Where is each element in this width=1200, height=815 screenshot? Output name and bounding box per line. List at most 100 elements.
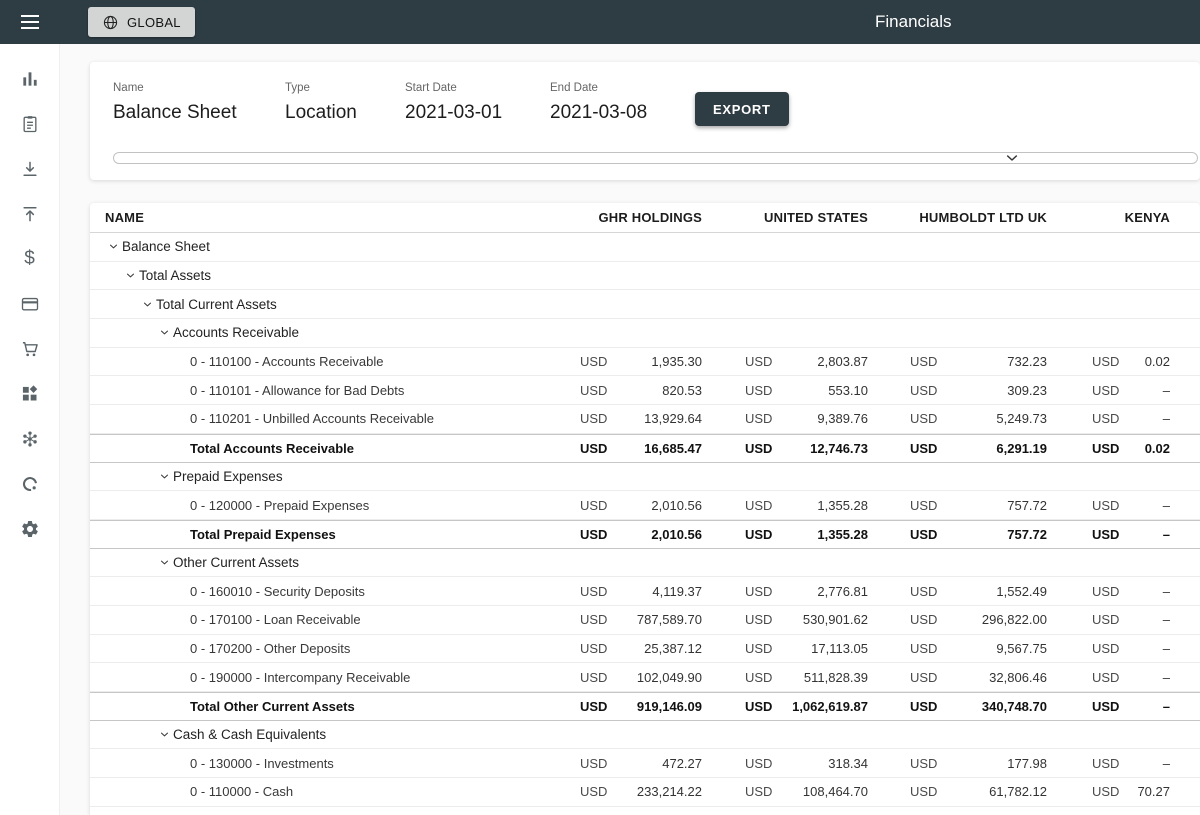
amount-value: 1,355.28	[817, 498, 868, 513]
amount-cell: USD–	[1092, 584, 1170, 599]
sidebar-item-settings[interactable]	[0, 506, 59, 551]
sidebar-item-upload[interactable]	[0, 191, 59, 236]
amount-value: 9,389.76	[817, 411, 868, 426]
chevron-down-icon[interactable]	[142, 299, 156, 310]
amount-cell: USD9,389.76	[745, 411, 868, 426]
amount-value: 757.72	[1007, 498, 1047, 513]
table-row[interactable]: Accounts Receivable	[90, 319, 1200, 348]
currency-label: USD	[910, 641, 937, 656]
row-label: 0 - 110101 - Allowance for Bad Debts	[190, 383, 404, 398]
table-row[interactable]: Total Assets	[90, 262, 1200, 291]
amount-cell: USD511,828.39	[745, 670, 868, 685]
chevron-down-icon[interactable]	[125, 270, 139, 281]
amount-cell: USD732.23	[910, 354, 1047, 369]
amount-cell: USD61,782.12	[910, 784, 1047, 799]
column-header-united-states[interactable]: UNITED STATES	[745, 210, 868, 225]
amount-value: 1,355.28	[817, 527, 868, 542]
sidebar-item-dollar[interactable]: $	[0, 236, 59, 281]
chevron-down-icon[interactable]	[159, 557, 173, 568]
currency-label: USD	[745, 784, 772, 799]
column-header-humboldt-ltd-uk[interactable]: HUMBOLDT LTD UK	[910, 210, 1047, 225]
table-row[interactable]: Prepaid Expenses	[90, 463, 1200, 492]
amount-value: 70.27	[1137, 784, 1170, 799]
sidebar-item-shopping-cart[interactable]	[0, 326, 59, 371]
table-row[interactable]: Balance Sheet	[90, 233, 1200, 262]
amount-value: 1,062,619.87	[792, 699, 868, 714]
chevron-down-icon[interactable]	[1004, 150, 1020, 166]
amount-value: 6,291.19	[996, 441, 1047, 456]
menu-icon[interactable]	[0, 0, 60, 44]
currency-label: USD	[910, 784, 937, 799]
amount-cell: USD13,929.64	[580, 411, 702, 426]
amount-cell: USD2,776.81	[745, 584, 868, 599]
currency-label: USD	[580, 612, 607, 627]
currency-label: USD	[580, 527, 607, 542]
amount-value: 1,935.30	[651, 354, 702, 369]
main-content: Name Balance Sheet Type Location Start D…	[60, 44, 1200, 815]
chevron-down-icon[interactable]	[159, 729, 173, 740]
sidebar-item-data-usage[interactable]	[0, 461, 59, 506]
chevron-down-icon[interactable]	[159, 327, 173, 338]
table-row: Total Other Current AssetsUSD919,146.09U…	[90, 692, 1200, 721]
amount-value: 511,828.39	[804, 670, 868, 685]
currency-label: USD	[1092, 670, 1119, 685]
currency-label: USD	[910, 354, 937, 369]
currency-label: USD	[745, 527, 772, 542]
row-name-cell: 0 - 170200 - Other Deposits	[90, 641, 580, 656]
currency-label: USD	[910, 612, 937, 627]
currency-label: USD	[580, 699, 607, 714]
currency-label: USD	[580, 641, 607, 656]
row-label: 0 - 160010 - Security Deposits	[190, 584, 365, 599]
currency-label: USD	[910, 498, 937, 513]
sidebar-item-bar-chart[interactable]	[0, 56, 59, 101]
sidebar-item-hub[interactable]	[0, 416, 59, 461]
column-header-kenya[interactable]: KENYA	[1092, 210, 1170, 225]
currency-label: USD	[745, 383, 772, 398]
amount-value: 787,589.70	[637, 612, 702, 627]
amount-cell: USD1,355.28	[745, 498, 868, 513]
sidebar-item-credit-card[interactable]	[0, 281, 59, 326]
sidebar-item-clipboard[interactable]	[0, 101, 59, 146]
currency-label: USD	[1092, 756, 1119, 771]
amount-value: –	[1163, 527, 1170, 542]
currency-label: USD	[1092, 441, 1119, 456]
row-label: Accounts Receivable	[173, 325, 299, 340]
amount-cell: USD 787,589.70	[580, 612, 702, 627]
currency-label: USD	[1092, 527, 1119, 542]
sidebar-item-widgets[interactable]	[0, 371, 59, 416]
table-row: 0 - 170200 - Other DepositsUSD25,387.12U…	[90, 635, 1200, 664]
amount-value: 309.23	[1007, 383, 1047, 398]
amount-value: 2,010.56	[651, 527, 702, 542]
currency-label: USD	[910, 441, 937, 456]
globe-icon	[102, 14, 119, 31]
amount-value: –	[1163, 411, 1170, 426]
currency-label: USD	[910, 584, 937, 599]
table-row: 0 - 120000 - Prepaid ExpensesUSD2,010.56…	[90, 491, 1200, 520]
currency-label: USD	[1092, 354, 1119, 369]
column-header-name[interactable]: NAME	[90, 210, 580, 225]
table-row[interactable]: Other Current Assets	[90, 549, 1200, 578]
row-label: 0 - 170100 - Loan Receivable	[190, 612, 361, 627]
hub-icon	[20, 429, 40, 449]
filter-expander[interactable]	[113, 152, 1198, 164]
column-header-ghr-holdings[interactable]: GHR HOLDINGS	[580, 210, 702, 225]
table-row[interactable]: Cash & Cash Equivalents	[90, 721, 1200, 750]
table-row: 0 - 160010 - Security DepositsUSD4,119.3…	[90, 577, 1200, 606]
table-row[interactable]: Total Current Assets	[90, 290, 1200, 319]
global-scope-button[interactable]: GLOBAL	[88, 7, 195, 37]
row-name-cell: Prepaid Expenses	[90, 469, 580, 484]
amount-cell: USD2,803.87	[745, 354, 868, 369]
export-button[interactable]: EXPORT	[695, 92, 789, 126]
chevron-down-icon[interactable]	[108, 241, 122, 252]
page-title: Financials	[875, 0, 952, 44]
chevron-down-icon[interactable]	[159, 471, 173, 482]
sidebar-item-download[interactable]	[0, 146, 59, 191]
currency-label: USD	[580, 498, 607, 513]
row-name-cell: 0 - 110100 - Accounts Receivable	[90, 354, 580, 369]
amount-cell: USD 1,355.28	[745, 527, 868, 542]
amount-value: 12,746.73	[810, 441, 868, 456]
currency-label: USD	[580, 354, 607, 369]
upload-icon	[20, 204, 40, 224]
row-name-cell: Total Assets	[90, 268, 580, 283]
currency-label: USD	[580, 584, 607, 599]
